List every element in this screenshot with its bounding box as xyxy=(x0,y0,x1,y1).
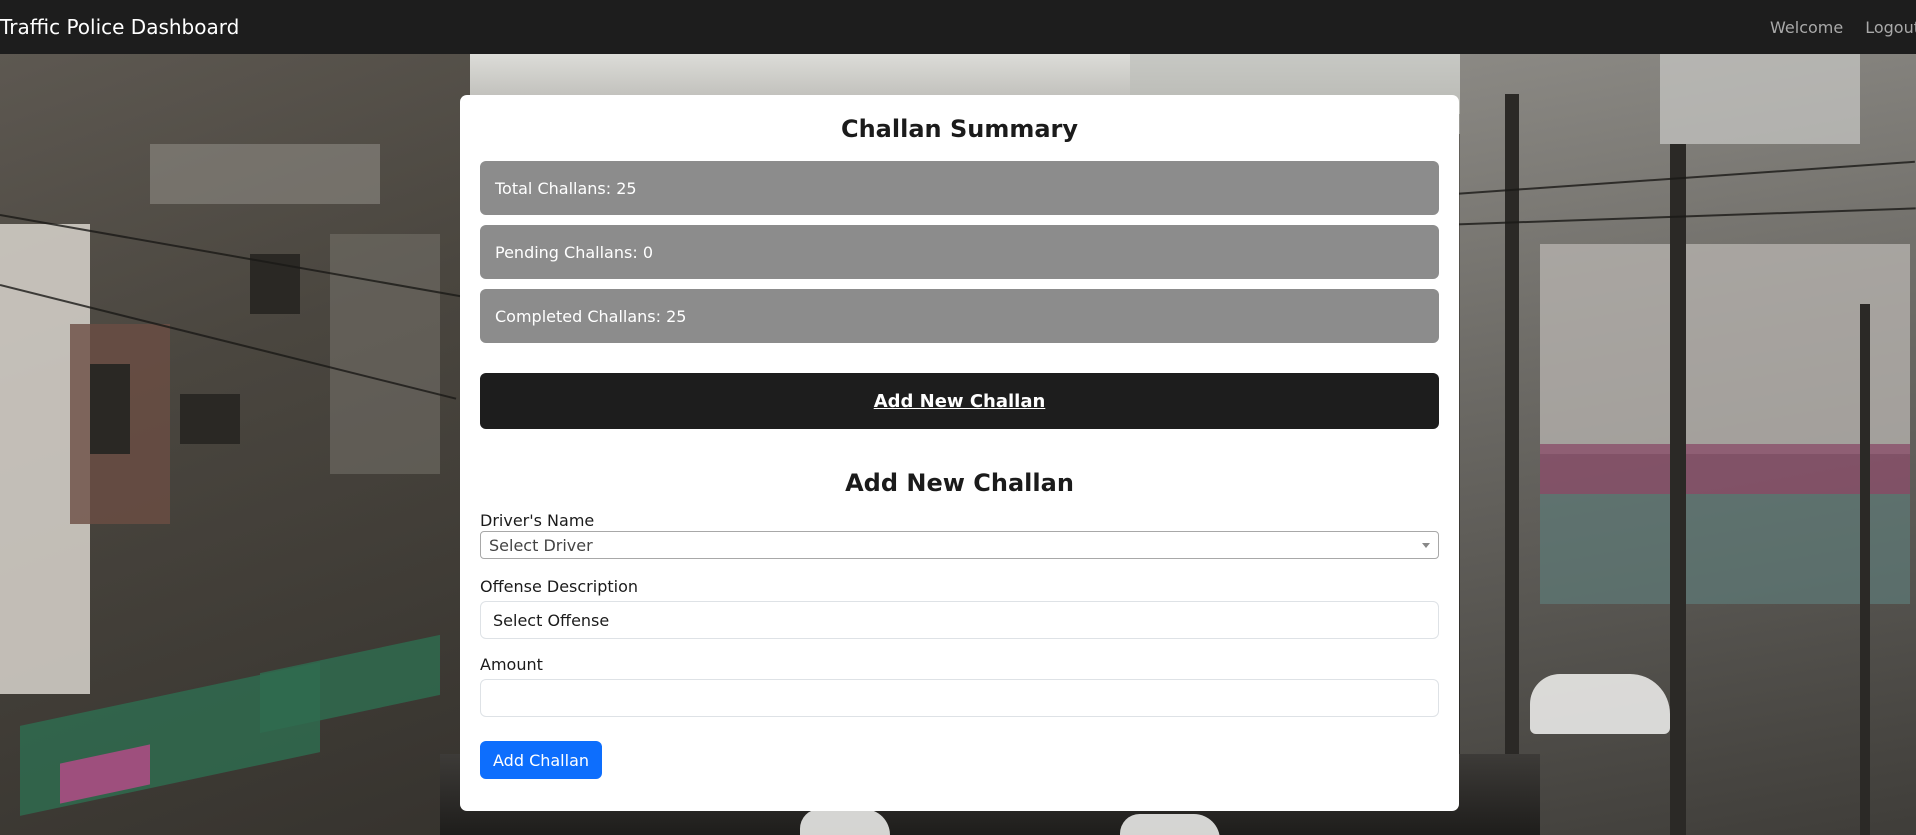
total-challans-stat: Total Challans: 25 xyxy=(480,161,1439,215)
amount-input[interactable] xyxy=(480,679,1439,717)
add-challan-button[interactable]: Add Challan xyxy=(480,741,603,779)
offense-description-label: Offense Description xyxy=(480,577,638,596)
add-new-challan-button[interactable]: Add New Challan xyxy=(480,373,1439,429)
add-new-challan-label: Add New Challan xyxy=(873,390,1046,412)
driver-name-label: Driver's Name xyxy=(480,511,595,530)
completed-challans-stat: Completed Challans: 25 xyxy=(480,289,1439,343)
dashboard-card: Challan Summary Total Challans: 25 Pendi… xyxy=(460,95,1459,811)
pending-challans-stat: Pending Challans: 0 xyxy=(480,225,1439,279)
offense-select-value: Select Offense xyxy=(493,610,610,630)
welcome-link[interactable]: Welcome xyxy=(1770,18,1843,37)
driver-select[interactable]: Select Driver xyxy=(480,531,1439,559)
summary-title: Challan Summary xyxy=(840,115,1079,143)
amount-label: Amount xyxy=(480,655,543,674)
form-title: Add New Challan xyxy=(845,469,1074,497)
offense-select[interactable]: Select Offense xyxy=(480,601,1439,639)
logout-link[interactable]: Logout xyxy=(1865,18,1916,37)
chevron-down-icon xyxy=(1422,542,1430,548)
nav-links: Welcome Logout xyxy=(1770,18,1916,37)
brand-title[interactable]: Traffic Police Dashboard xyxy=(0,15,239,39)
driver-select-value: Select Driver xyxy=(489,535,593,555)
top-navbar: Traffic Police Dashboard Welcome Logout xyxy=(0,0,1916,54)
